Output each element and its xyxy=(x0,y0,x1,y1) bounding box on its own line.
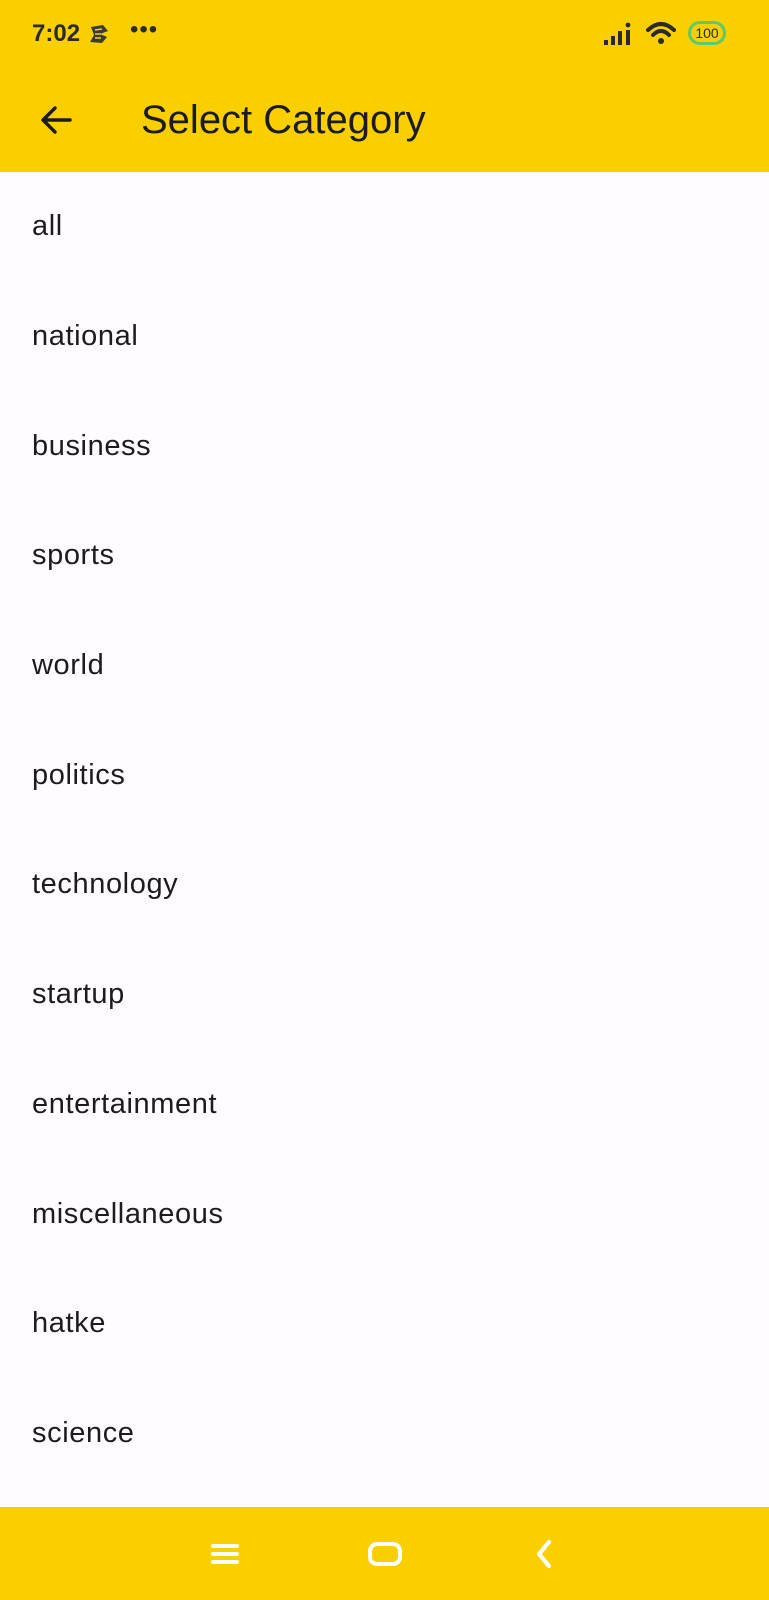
arrow-back-icon xyxy=(41,106,72,134)
status-time: 7:02 xyxy=(32,20,81,47)
signal-icon xyxy=(604,22,631,45)
status-bar: 7:02 ••• 100 xyxy=(0,0,769,68)
category-item-technology[interactable]: technology xyxy=(0,830,769,940)
system-back-button[interactable] xyxy=(519,1529,569,1579)
menu-icon xyxy=(211,1544,239,1564)
category-item-science[interactable]: science xyxy=(0,1379,769,1489)
back-button[interactable] xyxy=(28,92,84,148)
app-notification-icon xyxy=(90,25,108,43)
category-item-business[interactable]: business xyxy=(0,391,769,501)
category-item-national[interactable]: national xyxy=(0,282,769,392)
category-item-all[interactable]: all xyxy=(0,172,769,282)
battery-icon: 100 xyxy=(688,21,726,45)
category-item-sports[interactable]: sports xyxy=(0,501,769,611)
app-bar: Select Category xyxy=(0,68,769,172)
category-item-world[interactable]: world xyxy=(0,611,769,721)
category-item-hatke[interactable]: hatke xyxy=(0,1269,769,1379)
category-item-startup[interactable]: startup xyxy=(0,940,769,1050)
page-title: Select Category xyxy=(141,98,426,142)
category-item-miscellaneous[interactable]: miscellaneous xyxy=(0,1159,769,1269)
home-button[interactable] xyxy=(360,1529,410,1579)
back-chevron-icon xyxy=(536,1539,552,1569)
recent-apps-button[interactable] xyxy=(200,1529,250,1579)
more-notifications-icon: ••• xyxy=(130,16,159,43)
home-icon xyxy=(368,1542,402,1566)
wifi-icon xyxy=(646,22,676,44)
category-list: all national business sports world polit… xyxy=(0,172,769,1488)
category-item-politics[interactable]: politics xyxy=(0,720,769,830)
system-nav-bar xyxy=(0,1507,769,1600)
category-item-entertainment[interactable]: entertainment xyxy=(0,1050,769,1160)
